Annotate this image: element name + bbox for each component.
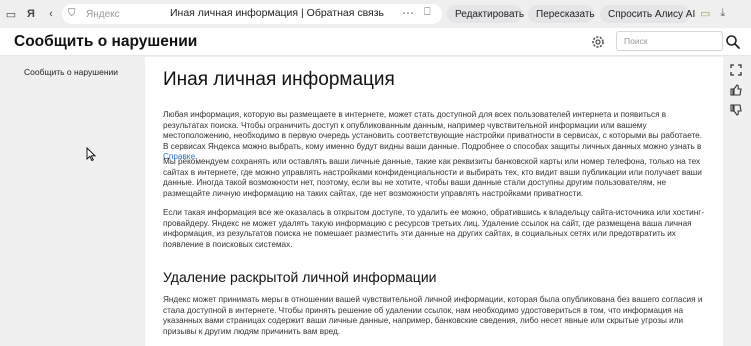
thumbs-up-icon[interactable]: [729, 83, 743, 97]
page-title: Сообщить о нарушении: [14, 33, 198, 50]
edit-button[interactable]: Редактировать: [447, 5, 525, 23]
battery-icon[interactable]: ▭: [700, 7, 710, 20]
article-paragraph: Любая информация, которую вы размещаете …: [163, 110, 709, 163]
ask-alice-label: Спросить Алису AI: [608, 8, 696, 20]
search-placeholder: Поиск: [624, 36, 648, 46]
article-title: Иная личная информация: [163, 69, 395, 90]
address-bar[interactable]: ⛉ Яндекс Иная личная информация | Обратн…: [62, 4, 442, 24]
retell-button[interactable]: Пересказать: [528, 5, 595, 23]
mouse-cursor-icon: [86, 147, 96, 161]
page-header: Сообщить о нарушении Поиск: [0, 28, 751, 56]
tab-title: Иная личная информация | Обратная связь: [170, 7, 385, 19]
paragraph-text: Любая информация, которую вы размещаете …: [163, 110, 702, 151]
address-host: Яндекс: [86, 8, 120, 20]
edit-button-label: Редактировать: [455, 8, 525, 20]
thumbs-down-icon[interactable]: [729, 103, 743, 117]
ask-alice-button[interactable]: Спросить Алису AI: [600, 5, 695, 23]
yandex-home-icon[interactable]: Я: [22, 5, 40, 23]
right-rail: [723, 57, 751, 346]
sidebar: Сообщить о нарушении: [0, 57, 145, 346]
sidebar-item-report[interactable]: Сообщить о нарушении: [24, 67, 118, 77]
article-paragraph: Мы рекомендуем сохранять или оставлять в…: [163, 157, 702, 198]
search-icon[interactable]: [725, 34, 741, 50]
retell-button-label: Пересказать: [536, 8, 595, 20]
sidebar-toggle-icon[interactable]: ▭: [2, 5, 20, 23]
download-icon[interactable]: ⤓: [720, 7, 725, 20]
gear-icon[interactable]: [590, 34, 606, 50]
more-icon[interactable]: ⋯: [402, 6, 414, 20]
article-paragraph: Яндекс может принимать меры в отношении …: [163, 295, 703, 336]
fullscreen-icon[interactable]: [729, 63, 743, 77]
section-heading: Удаление раскрытой личной информации: [163, 269, 437, 285]
browser-toolbar: ▭ Я ‹ ⛉ Яндекс Иная личная информация | …: [0, 0, 751, 28]
shield-icon: ⛉: [68, 8, 76, 19]
bookmark-icon[interactable]: ⎕: [424, 6, 431, 19]
back-icon[interactable]: ‹: [42, 5, 60, 23]
article-paragraph: Если такая информация все же оказалась в…: [163, 208, 704, 249]
article: Иная личная информация Любая информация,…: [145, 57, 723, 346]
search-input[interactable]: Поиск: [616, 31, 723, 51]
